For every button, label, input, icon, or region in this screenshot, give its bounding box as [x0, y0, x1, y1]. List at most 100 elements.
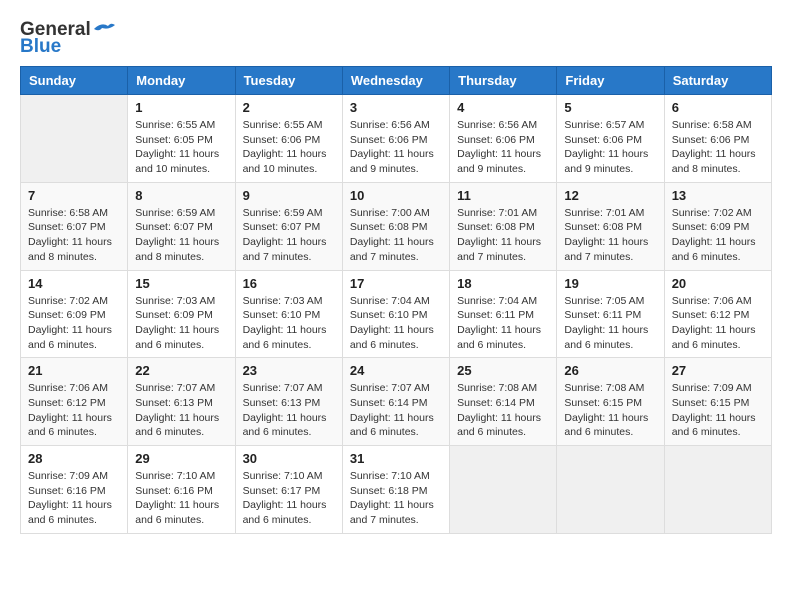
day-info: Sunrise: 7:02 AM Sunset: 6:09 PM Dayligh… [28, 294, 120, 353]
calendar-table: SundayMondayTuesdayWednesdayThursdayFrid… [20, 66, 772, 534]
calendar-cell: 31 Sunrise: 7:10 AM Sunset: 6:18 PM Dayli… [342, 446, 449, 534]
calendar-cell: 8 Sunrise: 6:59 AM Sunset: 6:07 PM Daylig… [128, 182, 235, 270]
calendar-cell: 19 Sunrise: 7:05 AM Sunset: 6:11 PM Dayli… [557, 270, 664, 358]
day-number: 28 [28, 451, 120, 466]
day-number: 2 [243, 100, 335, 115]
calendar-cell: 24Sunrise: 7:07 AM Sunset: 6:14 PM Dayli… [342, 358, 449, 446]
day-number: 25 [457, 363, 549, 378]
day-number: 30 [243, 451, 335, 466]
day-number: 18 [457, 276, 549, 291]
day-info: Sunrise: 6:59 AM Sunset: 6:07 PM Dayligh… [135, 206, 227, 265]
calendar-cell: 18 Sunrise: 7:04 AM Sunset: 6:11 PM Dayli… [450, 270, 557, 358]
calendar-cell [557, 446, 664, 534]
calendar-cell: 1Sunrise: 6:55 AM Sunset: 6:05 PM Daylig… [128, 95, 235, 183]
calendar-cell: 22 Sunrise: 7:07 AM Sunset: 6:13 PM Dayli… [128, 358, 235, 446]
day-info: Sunrise: 7:02 AM Sunset: 6:09 PM Dayligh… [672, 206, 764, 265]
calendar-cell: 13 Sunrise: 7:02 AM Sunset: 6:09 PM Dayli… [664, 182, 771, 270]
day-number: 8 [135, 188, 227, 203]
day-info: Sunrise: 7:07 AM Sunset: 6:13 PM Dayligh… [135, 381, 227, 440]
day-info: Sunrise: 7:01 AM Sunset: 6:08 PM Dayligh… [457, 206, 549, 265]
weekday-header-thursday: Thursday [450, 67, 557, 95]
day-number: 6 [672, 100, 764, 115]
day-info: Sunrise: 7:06 AM Sunset: 6:12 PM Dayligh… [672, 294, 764, 353]
logo-text-block: General Blue [20, 20, 115, 56]
calendar-week-row: 14 Sunrise: 7:02 AM Sunset: 6:09 PM Dayli… [21, 270, 772, 358]
day-info: Sunrise: 7:09 AM Sunset: 6:15 PM Dayligh… [672, 381, 764, 440]
calendar-cell: 27Sunrise: 7:09 AM Sunset: 6:15 PM Dayli… [664, 358, 771, 446]
calendar-cell: 14 Sunrise: 7:02 AM Sunset: 6:09 PM Dayli… [21, 270, 128, 358]
day-info: Sunrise: 6:56 AM Sunset: 6:06 PM Dayligh… [457, 118, 549, 177]
day-info: Sunrise: 7:00 AM Sunset: 6:08 PM Dayligh… [350, 206, 442, 265]
day-info: Sunrise: 7:08 AM Sunset: 6:14 PM Dayligh… [457, 381, 549, 440]
calendar-cell: 12 Sunrise: 7:01 AM Sunset: 6:08 PM Dayli… [557, 182, 664, 270]
day-info: Sunrise: 7:10 AM Sunset: 6:17 PM Dayligh… [243, 469, 335, 528]
day-info: Sunrise: 6:59 AM Sunset: 6:07 PM Dayligh… [243, 206, 335, 265]
day-number: 9 [243, 188, 335, 203]
day-number: 23 [243, 363, 335, 378]
weekday-header-sunday: Sunday [21, 67, 128, 95]
day-number: 7 [28, 188, 120, 203]
day-info: Sunrise: 6:58 AM Sunset: 6:06 PM Dayligh… [672, 118, 764, 177]
weekday-header-tuesday: Tuesday [235, 67, 342, 95]
day-info: Sunrise: 7:01 AM Sunset: 6:08 PM Dayligh… [564, 206, 656, 265]
calendar-cell: 21 Sunrise: 7:06 AM Sunset: 6:12 PM Dayli… [21, 358, 128, 446]
day-number: 13 [672, 188, 764, 203]
day-info: Sunrise: 6:58 AM Sunset: 6:07 PM Dayligh… [28, 206, 120, 265]
calendar-cell: 23Sunrise: 7:07 AM Sunset: 6:13 PM Dayli… [235, 358, 342, 446]
calendar-cell [21, 95, 128, 183]
day-info: Sunrise: 7:03 AM Sunset: 6:10 PM Dayligh… [243, 294, 335, 353]
day-info: Sunrise: 7:09 AM Sunset: 6:16 PM Dayligh… [28, 469, 120, 528]
day-info: Sunrise: 6:55 AM Sunset: 6:06 PM Dayligh… [243, 118, 335, 177]
calendar-cell: 25 Sunrise: 7:08 AM Sunset: 6:14 PM Dayli… [450, 358, 557, 446]
day-info: Sunrise: 7:03 AM Sunset: 6:09 PM Dayligh… [135, 294, 227, 353]
day-number: 22 [135, 363, 227, 378]
weekday-header-wednesday: Wednesday [342, 67, 449, 95]
calendar-cell: 28 Sunrise: 7:09 AM Sunset: 6:16 PM Dayli… [21, 446, 128, 534]
calendar-cell: 9 Sunrise: 6:59 AM Sunset: 6:07 PM Daylig… [235, 182, 342, 270]
day-info: Sunrise: 7:05 AM Sunset: 6:11 PM Dayligh… [564, 294, 656, 353]
day-number: 20 [672, 276, 764, 291]
calendar-cell: 2 Sunrise: 6:55 AM Sunset: 6:06 PM Daylig… [235, 95, 342, 183]
day-number: 17 [350, 276, 442, 291]
day-number: 10 [350, 188, 442, 203]
logo-container: General Blue [20, 20, 115, 56]
day-number: 4 [457, 100, 549, 115]
day-number: 15 [135, 276, 227, 291]
day-number: 1 [135, 100, 227, 115]
calendar-cell: 16Sunrise: 7:03 AM Sunset: 6:10 PM Dayli… [235, 270, 342, 358]
calendar-cell [664, 446, 771, 534]
day-number: 14 [28, 276, 120, 291]
day-number: 31 [350, 451, 442, 466]
calendar-cell: 6 Sunrise: 6:58 AM Sunset: 6:06 PM Daylig… [664, 95, 771, 183]
day-info: Sunrise: 7:06 AM Sunset: 6:12 PM Dayligh… [28, 381, 120, 440]
weekday-header-monday: Monday [128, 67, 235, 95]
calendar-cell: 30 Sunrise: 7:10 AM Sunset: 6:17 PM Dayli… [235, 446, 342, 534]
calendar-week-row: 7 Sunrise: 6:58 AM Sunset: 6:07 PM Daylig… [21, 182, 772, 270]
day-info: Sunrise: 6:57 AM Sunset: 6:06 PM Dayligh… [564, 118, 656, 177]
day-number: 21 [28, 363, 120, 378]
calendar-cell: 15 Sunrise: 7:03 AM Sunset: 6:09 PM Dayli… [128, 270, 235, 358]
calendar-week-row: 21 Sunrise: 7:06 AM Sunset: 6:12 PM Dayli… [21, 358, 772, 446]
day-number: 5 [564, 100, 656, 115]
day-number: 26 [564, 363, 656, 378]
day-number: 19 [564, 276, 656, 291]
weekday-header-row: SundayMondayTuesdayWednesdayThursdayFrid… [21, 67, 772, 95]
calendar-cell: 17Sunrise: 7:04 AM Sunset: 6:10 PM Dayli… [342, 270, 449, 358]
day-info: Sunrise: 7:10 AM Sunset: 6:18 PM Dayligh… [350, 469, 442, 528]
day-info: Sunrise: 6:56 AM Sunset: 6:06 PM Dayligh… [350, 118, 442, 177]
logo-bird-icon [93, 21, 115, 36]
calendar-cell: 5 Sunrise: 6:57 AM Sunset: 6:06 PM Daylig… [557, 95, 664, 183]
day-number: 11 [457, 188, 549, 203]
page-header: General Blue [20, 20, 772, 56]
day-number: 12 [564, 188, 656, 203]
weekday-header-friday: Friday [557, 67, 664, 95]
calendar-cell: 4 Sunrise: 6:56 AM Sunset: 6:06 PM Daylig… [450, 95, 557, 183]
day-number: 29 [135, 451, 227, 466]
day-info: Sunrise: 7:04 AM Sunset: 6:11 PM Dayligh… [457, 294, 549, 353]
day-number: 3 [350, 100, 442, 115]
day-info: Sunrise: 7:07 AM Sunset: 6:14 PM Dayligh… [350, 381, 442, 440]
calendar-cell: 11 Sunrise: 7:01 AM Sunset: 6:08 PM Dayli… [450, 182, 557, 270]
calendar-cell: 10 Sunrise: 7:00 AM Sunset: 6:08 PM Dayli… [342, 182, 449, 270]
calendar-cell: 26Sunrise: 7:08 AM Sunset: 6:15 PM Dayli… [557, 358, 664, 446]
weekday-header-saturday: Saturday [664, 67, 771, 95]
